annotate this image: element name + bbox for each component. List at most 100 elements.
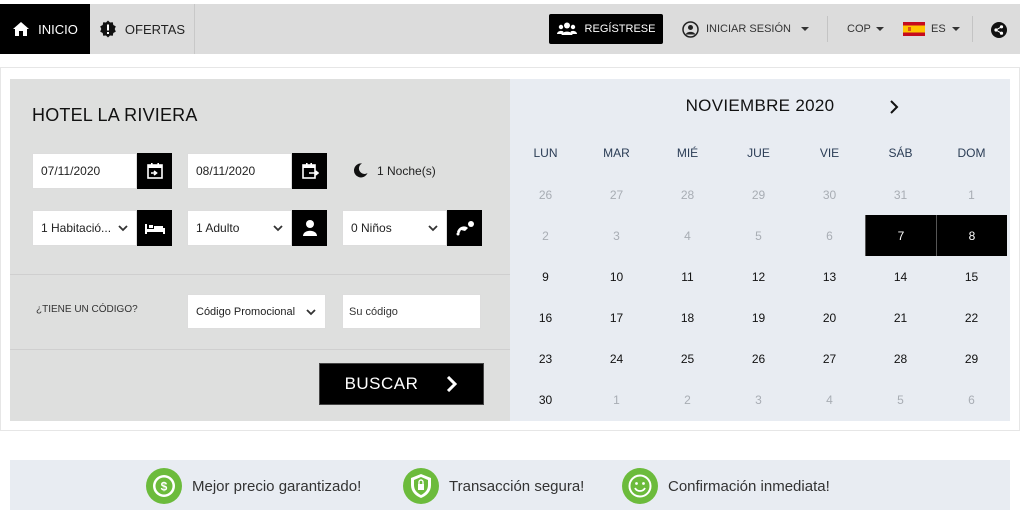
feature-confirmation: Confirmación inmediata! (622, 468, 830, 504)
children-value: 0 Niños (351, 221, 392, 235)
calendar-day-selected[interactable]: 8 (936, 215, 1007, 256)
feature-secure: Transacción segura! (403, 468, 584, 504)
nav-divider (972, 16, 973, 42)
calendar-day[interactable]: 14 (865, 256, 936, 297)
calendar-day: 3 (755, 392, 762, 407)
calendar-day[interactable]: 26 (723, 338, 794, 379)
calendar-day: 5 (755, 228, 762, 243)
bed-icon (144, 224, 165, 234)
calendar-day: 1 (968, 187, 975, 202)
calendar-day[interactable]: 9 (510, 256, 581, 297)
caret-down-icon (800, 27, 809, 31)
promo-type-value: Código Promocional (196, 305, 296, 318)
calendar-day: 6 (968, 392, 975, 407)
language-selector[interactable]: ES (903, 4, 960, 54)
nav-divider (827, 16, 828, 42)
search-button-label: BUSCAR (344, 374, 419, 393)
nights-label: 1 Noche(s) (377, 163, 436, 178)
calendar-day: 5 (897, 392, 904, 407)
weekday-label: DOM (957, 146, 986, 160)
feature-label: Mejor precio garantizado! (192, 477, 362, 495)
calendar-day-selected[interactable]: 7 (865, 215, 936, 256)
baby-icon (456, 221, 474, 236)
calendar-day: 29 (751, 187, 766, 202)
chevron-down-icon (273, 225, 283, 232)
calendar-day[interactable]: 27 (794, 338, 865, 379)
register-button[interactable]: REGÍSTRESE (549, 14, 663, 44)
nav-offers[interactable]: OFERTAS (90, 4, 195, 54)
children-icon-box[interactable] (447, 210, 482, 246)
svg-text:$: $ (161, 480, 168, 494)
smiley-icon (622, 468, 658, 504)
calendar-day[interactable]: 19 (723, 297, 794, 338)
weekday-label: MAR (603, 146, 630, 160)
adults-icon-box[interactable] (292, 210, 327, 246)
calendar-day[interactable]: 21 (865, 297, 936, 338)
adults-value: 1 Adulto (196, 221, 240, 235)
calendar-day[interactable]: 16 (510, 297, 581, 338)
calendar-day[interactable]: 20 (794, 297, 865, 338)
calendar-day[interactable]: 12 (723, 256, 794, 297)
login-menu[interactable]: INICIAR SESIÓN (682, 4, 809, 54)
promo-code-question: ¿TIENE UN CÓDIGO? (36, 304, 138, 315)
section-divider (10, 349, 510, 350)
feature-label: Confirmación inmediata! (668, 477, 830, 495)
adults-select[interactable]: 1 Adulto (187, 210, 292, 246)
calendar-day[interactable]: 13 (794, 256, 865, 297)
calendar-out-icon (301, 163, 319, 179)
login-label: INICIAR SESIÓN (706, 23, 791, 35)
rooms-icon-box[interactable] (137, 210, 172, 246)
calendar-in-icon (146, 163, 163, 179)
calendar-day[interactable]: 24 (581, 338, 652, 379)
children-select[interactable]: 0 Niños (342, 210, 447, 246)
calendar-day[interactable]: 11 (652, 256, 723, 297)
share-icon[interactable] (991, 22, 1007, 38)
shield-lock-icon (403, 468, 439, 504)
users-icon (556, 22, 577, 35)
weekday-label: JUE (747, 146, 770, 160)
calendar-day: 26 (538, 187, 553, 202)
calendar-day: 28 (680, 187, 695, 202)
calendar-day[interactable]: 29 (936, 338, 1007, 379)
nav-home-label: INICIO (38, 21, 78, 37)
search-button[interactable]: BUSCAR (319, 363, 484, 405)
rooms-select[interactable]: 1 Habitació... (32, 210, 137, 246)
calendar-day[interactable]: 30 (510, 379, 581, 420)
nav-offers-label: OFERTAS (124, 21, 186, 37)
calendar-day[interactable]: 23 (510, 338, 581, 379)
weekday-label: MIÉ (676, 146, 699, 160)
calendar-day: 31 (893, 187, 908, 202)
calendar-day[interactable]: 17 (581, 297, 652, 338)
user-circle-icon (682, 20, 699, 38)
checkin-field[interactable]: 07/11/2020 (32, 153, 137, 189)
nav-home[interactable]: INICIO (0, 4, 90, 54)
checkin-button[interactable] (137, 153, 172, 189)
spain-flag-icon (903, 22, 925, 36)
section-divider (10, 274, 510, 275)
chevron-right-icon (447, 376, 458, 392)
promo-code-input[interactable] (342, 294, 481, 329)
nights-count: 1 Noche(s) (352, 162, 436, 179)
calendar-day[interactable]: 10 (581, 256, 652, 297)
checkout-button[interactable] (292, 153, 327, 189)
calendar-day[interactable]: 15 (936, 256, 1007, 297)
moon-icon (353, 163, 368, 178)
calendar-day: 4 (684, 228, 691, 243)
calendar-day: 6 (826, 228, 833, 243)
calendar-day[interactable]: 22 (936, 297, 1007, 338)
calendar-day[interactable]: 25 (652, 338, 723, 379)
promo-type-select[interactable]: Código Promocional (187, 294, 326, 329)
next-month-chevron-icon[interactable] (888, 99, 900, 115)
caret-down-icon (875, 27, 884, 31)
currency-selector[interactable]: COP (847, 4, 884, 54)
calendar-day: 3 (613, 228, 620, 243)
feature-best-price: $ Mejor precio garantizado! (146, 468, 361, 504)
calendar-month-title: NOVIEMBRE 2020 (685, 96, 835, 115)
calendar-day[interactable]: 28 (865, 338, 936, 379)
checkout-field[interactable]: 08/11/2020 (187, 153, 292, 189)
calendar-day[interactable]: 18 (652, 297, 723, 338)
chevron-down-icon (306, 309, 316, 316)
weekday-label: LUN (533, 146, 558, 160)
features-strip: $ Mejor precio garantizado! Transacción … (10, 460, 1010, 510)
chevron-down-icon (428, 225, 438, 232)
